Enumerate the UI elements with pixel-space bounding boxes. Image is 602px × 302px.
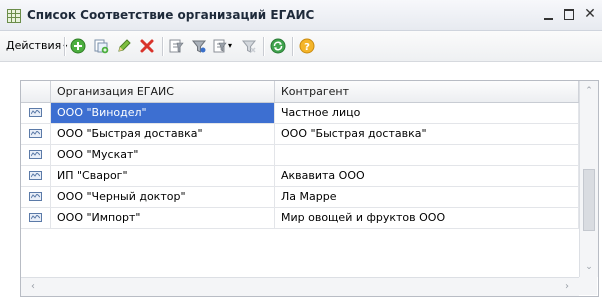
scroll-right-icon[interactable]: › <box>561 281 573 293</box>
set-filter-icon[interactable] <box>168 38 184 54</box>
toolbar-divider <box>263 37 265 56</box>
vertical-scrollbar[interactable]: ⌃ ⌄ <box>579 81 598 277</box>
toolbar: Действия▾ ▾ ? <box>0 31 602 62</box>
catalog-item-icon <box>29 150 42 159</box>
table-row[interactable]: ООО "Импорт" Мир овощей и фруктов ООО <box>21 208 579 229</box>
column-header-counterparty[interactable]: Контрагент <box>275 81 579 102</box>
add-icon[interactable] <box>70 38 86 54</box>
minimize-icon[interactable] <box>541 6 557 22</box>
toolbar-divider <box>162 37 164 56</box>
cell-counterparty[interactable]: Аквавита ООО <box>275 166 579 186</box>
row-icon-cell <box>21 208 51 228</box>
list-window-icon <box>7 9 21 23</box>
cell-counterparty[interactable]: Ла Марре <box>275 187 579 207</box>
scroll-left-icon[interactable]: ‹ <box>27 281 39 293</box>
cell-org[interactable]: ИП "Сварог" <box>51 166 275 186</box>
scrollbar-corner <box>579 277 597 295</box>
svg-text:?: ? <box>304 42 310 53</box>
title-bar[interactable]: Список Соответствие организаций ЕГАИС ✕ <box>0 0 602 31</box>
actions-menu-button[interactable]: Действия▾ <box>6 39 67 52</box>
cell-counterparty[interactable]: Частное лицо <box>275 103 579 123</box>
row-icon-cell <box>21 103 51 123</box>
cell-counterparty[interactable]: Мир овощей и фруктов ООО <box>275 208 579 228</box>
cell-org[interactable]: ООО "Винодел" <box>51 103 275 123</box>
catalog-item-icon <box>29 108 42 117</box>
scroll-up-icon[interactable]: ⌃ <box>584 86 594 96</box>
data-table[interactable]: Организация ЕГАИС Контрагент ООО "Виноде… <box>20 80 599 297</box>
row-icon-cell <box>21 124 51 144</box>
cell-org[interactable]: ООО "Черный доктор" <box>51 187 275 207</box>
refresh-icon[interactable] <box>270 38 286 54</box>
cell-org[interactable]: ООО "Мускат" <box>51 145 275 165</box>
delete-icon[interactable] <box>139 38 155 54</box>
cell-org[interactable]: ООО "Быстрая доставка" <box>51 124 275 144</box>
header-icon-column[interactable] <box>21 81 51 102</box>
table-row[interactable]: ООО "Черный доктор" Ла Марре <box>21 187 579 208</box>
table-row[interactable]: ООО "Быстрая доставка" ООО "Быстрая дост… <box>21 124 579 145</box>
row-icon-cell <box>21 166 51 186</box>
filter-icon[interactable] <box>191 38 207 54</box>
table-header: Организация ЕГАИС Контрагент <box>21 81 579 103</box>
row-icon-cell <box>21 187 51 207</box>
horizontal-scrollbar[interactable]: ‹ › <box>21 277 579 296</box>
row-icon-cell <box>21 145 51 165</box>
copy-icon[interactable] <box>93 38 109 54</box>
toolbar-divider <box>292 37 294 56</box>
cell-counterparty[interactable]: ООО "Быстрая доставка" <box>275 124 579 144</box>
chevron-down-icon[interactable]: ▾ <box>228 38 236 54</box>
filter-dropdown-icon[interactable] <box>212 38 228 54</box>
toolbar-divider <box>64 37 66 56</box>
cell-org[interactable]: ООО "Импорт" <box>51 208 275 228</box>
clear-filter-icon[interactable] <box>241 38 257 54</box>
scroll-down-icon[interactable]: ⌄ <box>584 262 594 272</box>
scrollbar-thumb[interactable] <box>583 169 595 231</box>
catalog-item-icon <box>29 171 42 180</box>
catalog-item-icon <box>29 129 42 138</box>
table-row[interactable]: ИП "Сварог" Аквавита ООО <box>21 166 579 187</box>
actions-menu-label: Действия <box>6 39 62 52</box>
window-title: Список Соответствие организаций ЕГАИС <box>27 8 315 22</box>
column-header-org[interactable]: Организация ЕГАИС <box>51 81 275 102</box>
table-row[interactable]: ООО "Мускат" <box>21 145 579 166</box>
maximize-icon[interactable] <box>561 6 577 22</box>
catalog-item-icon <box>29 192 42 201</box>
catalog-item-icon <box>29 213 42 222</box>
table-row[interactable]: ООО "Винодел" Частное лицо <box>21 103 579 124</box>
cell-counterparty[interactable] <box>275 145 579 165</box>
edit-icon[interactable] <box>116 38 132 54</box>
close-icon[interactable]: ✕ <box>582 6 598 22</box>
help-icon[interactable]: ? <box>299 38 315 54</box>
